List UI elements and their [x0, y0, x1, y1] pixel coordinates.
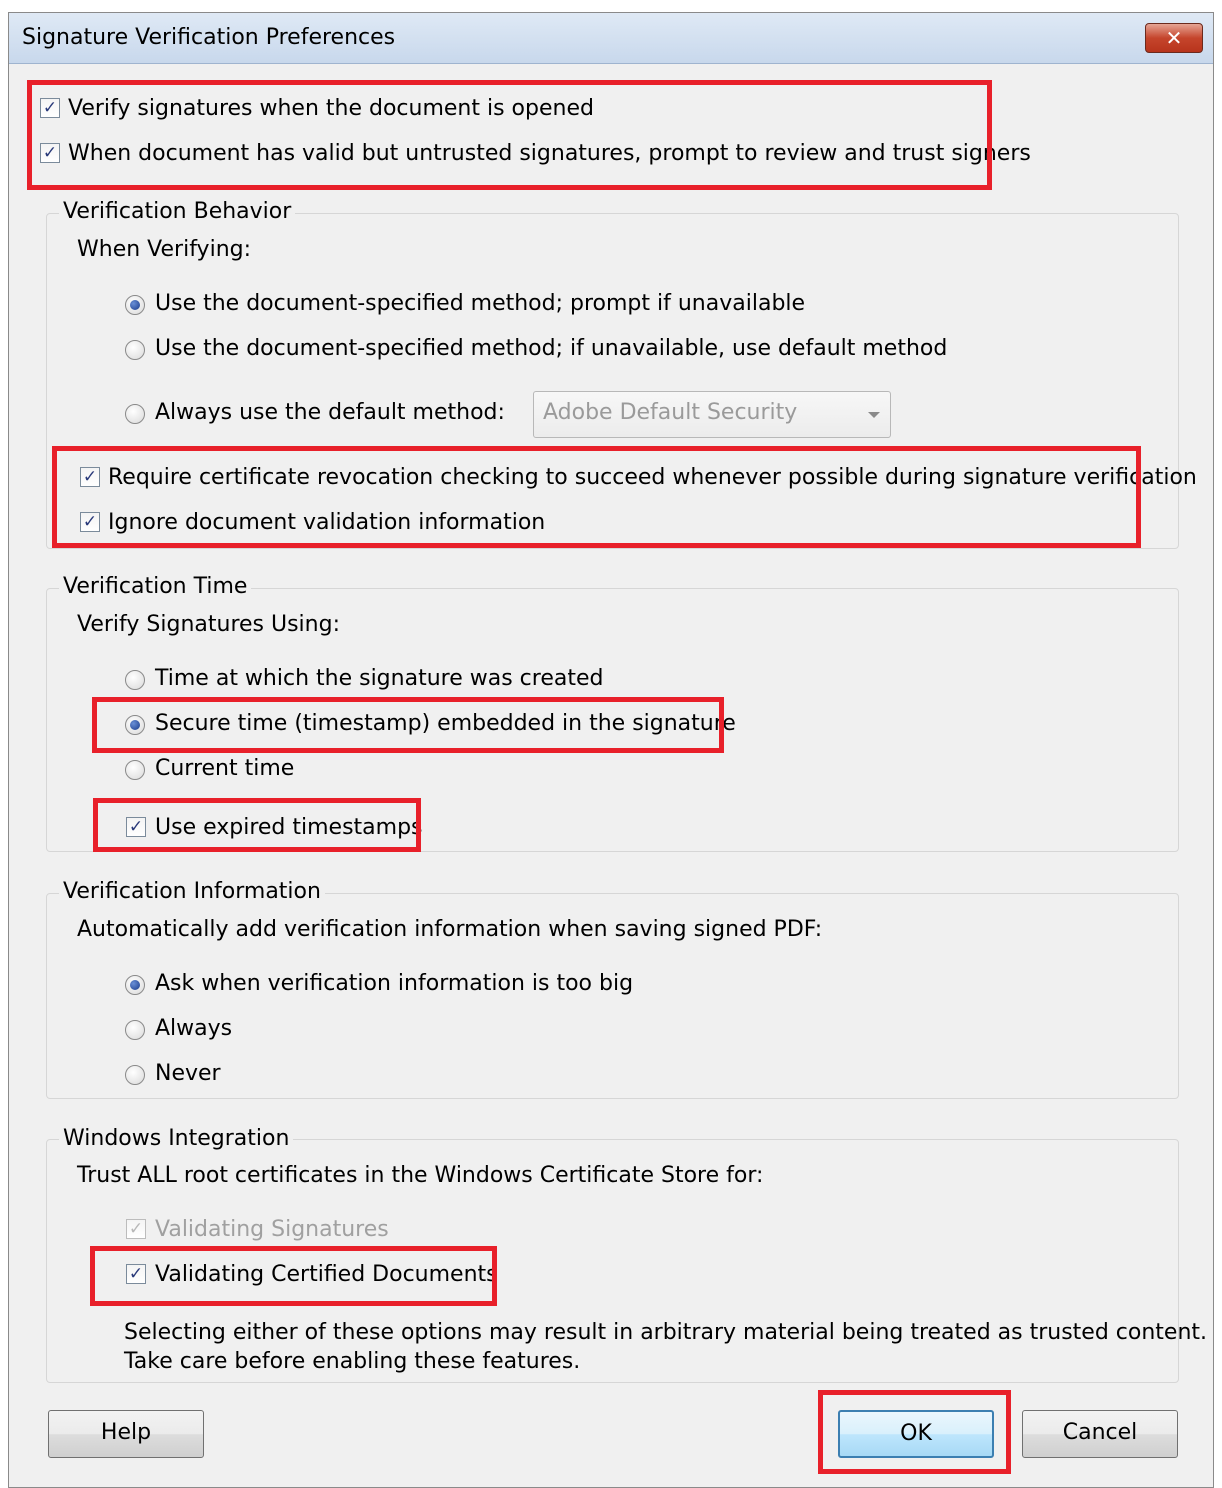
checkmark-icon: ✓ — [42, 143, 58, 163]
validating-signatures-label: Validating Signatures — [155, 1217, 389, 1242]
verification-information-title: Verification Information — [59, 878, 325, 906]
radio-ask-when-too-big-label: Ask when verification information is too… — [155, 971, 634, 996]
verify-on-open-label: Verify signatures when the document is o… — [68, 96, 594, 121]
checkmark-icon: ✓ — [128, 817, 144, 837]
radio-selected-dot — [130, 300, 140, 310]
radio-current-time-label: Current time — [155, 756, 295, 781]
radio-secure-timestamp[interactable] — [125, 715, 145, 735]
default-method-dropdown[interactable]: Adobe Default Security — [533, 391, 891, 438]
radio-selected-dot — [130, 720, 140, 730]
checkmark-icon: ✓ — [42, 98, 58, 118]
radio-never[interactable] — [125, 1065, 145, 1085]
use-expired-timestamps-checkbox[interactable]: ✓ — [126, 817, 146, 837]
close-icon: ✕ — [1165, 26, 1183, 50]
require-revocation-label: Require certificate revocation checking … — [108, 465, 1197, 490]
ignore-validation-info-checkbox[interactable]: ✓ — [80, 512, 100, 532]
checkmark-icon: ✓ — [128, 1219, 144, 1239]
radio-prompt-if-unavailable[interactable] — [125, 295, 145, 315]
default-method-value: Adobe Default Security — [543, 400, 798, 425]
ok-button[interactable]: OK — [838, 1410, 994, 1458]
when-verifying-label: When Verifying: — [77, 237, 252, 262]
require-revocation-checkbox[interactable]: ✓ — [80, 467, 100, 487]
verification-behavior-title: Verification Behavior — [59, 198, 296, 226]
verification-time-title: Verification Time — [59, 573, 252, 601]
prompt-untrusted-label: When document has valid but untrusted si… — [68, 141, 1031, 166]
title-bar: Signature Verification Preferences ✕ — [9, 13, 1213, 64]
radio-always-default-label: Always use the default method: — [155, 400, 505, 425]
radio-always-default[interactable] — [125, 404, 145, 424]
signature-verification-preferences-dialog: Signature Verification Preferences ✕ ✓ V… — [8, 12, 1214, 1488]
radio-ask-when-too-big[interactable] — [125, 975, 145, 995]
validating-certified-documents-checkbox[interactable]: ✓ — [126, 1264, 146, 1284]
use-expired-timestamps-label: Use expired timestamps — [155, 815, 423, 840]
validating-signatures-checkbox: ✓ — [126, 1219, 146, 1239]
trust-root-certificates-label: Trust ALL root certificates in the Windo… — [77, 1163, 764, 1188]
windows-integration-title: Windows Integration — [59, 1125, 294, 1153]
radio-prompt-if-unavailable-label: Use the document-specified method; promp… — [155, 291, 806, 316]
radio-time-signature-created[interactable] — [125, 670, 145, 690]
warning-text-line1: Selecting either of these options may re… — [124, 1320, 1208, 1345]
prompt-untrusted-checkbox[interactable]: ✓ — [40, 143, 60, 163]
radio-never-label: Never — [155, 1061, 221, 1086]
chevron-down-icon — [868, 412, 880, 418]
window-title: Signature Verification Preferences — [22, 25, 396, 50]
radio-use-default-if-unavailable[interactable] — [125, 340, 145, 360]
validating-certified-documents-label: Validating Certified Documents — [155, 1262, 498, 1287]
checkmark-icon: ✓ — [128, 1264, 144, 1284]
ignore-validation-info-label: Ignore document validation information — [108, 510, 546, 535]
verify-signatures-using-label: Verify Signatures Using: — [77, 612, 340, 637]
help-button[interactable]: Help — [48, 1410, 204, 1458]
radio-selected-dot — [130, 980, 140, 990]
radio-secure-timestamp-label: Secure time (timestamp) embedded in the … — [155, 711, 736, 736]
warning-text-line2: Take care before enabling these features… — [124, 1349, 581, 1374]
radio-always[interactable] — [125, 1020, 145, 1040]
radio-current-time[interactable] — [125, 760, 145, 780]
cancel-button[interactable]: Cancel — [1022, 1410, 1178, 1458]
close-button[interactable]: ✕ — [1145, 23, 1203, 53]
verify-on-open-checkbox[interactable]: ✓ — [40, 98, 60, 118]
checkmark-icon: ✓ — [82, 512, 98, 532]
checkmark-icon: ✓ — [82, 467, 98, 487]
radio-time-signature-created-label: Time at which the signature was created — [155, 666, 604, 691]
radio-use-default-if-unavailable-label: Use the document-specified method; if un… — [155, 336, 948, 361]
radio-always-label: Always — [155, 1016, 233, 1041]
auto-add-verification-label: Automatically add verification informati… — [77, 917, 823, 942]
